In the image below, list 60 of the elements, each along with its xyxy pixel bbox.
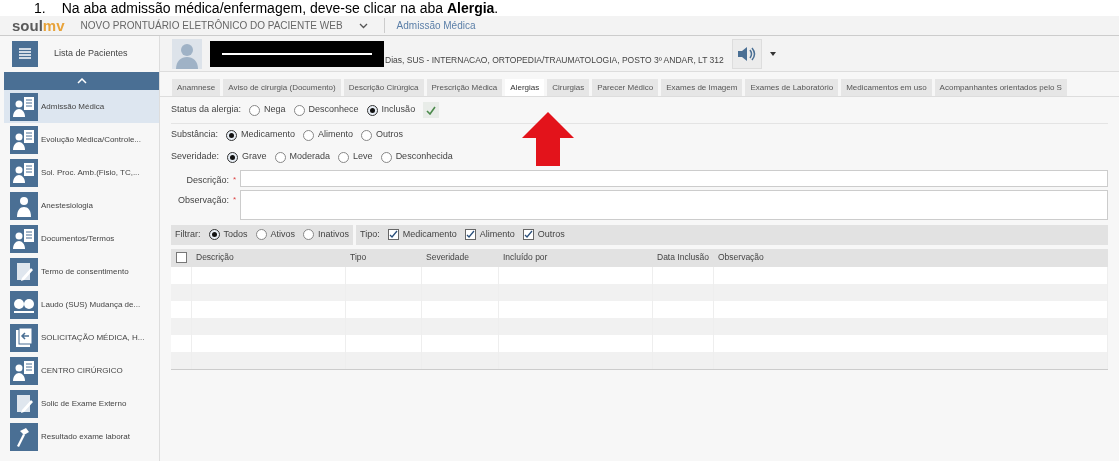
radio-option[interactable]: Inclusão [366,103,416,117]
tab[interactable]: Prescrição Médica [426,79,503,96]
column-header[interactable]: Observação [714,251,1108,264]
tab[interactable]: Parecer Médico [592,79,659,96]
tab[interactable]: Aviso de cirurgia (Documento) [223,79,341,96]
tab[interactable]: Descrição Cirúrgica [343,79,424,96]
sidebar-item[interactable]: SOLICITAÇÃO MÉDICA, H... [4,321,159,354]
sidebar-item[interactable]: Solic de Exame Externo [4,387,159,420]
tab[interactable]: Exames de Laboratório [745,79,839,96]
field-label: Severidade: [171,150,220,164]
radio-option[interactable]: Nega [249,103,286,117]
sidebar-item[interactable]: Resultado exame laborat [4,420,159,453]
checkbox-option[interactable]: Medicamento [387,227,457,242]
tab[interactable]: Alergias [505,79,545,96]
radio-option[interactable]: Medicamento [226,128,296,142]
radio-option[interactable]: Leve [338,150,373,164]
sidebar-item[interactable]: Anestesiologia [4,189,159,222]
radio-option[interactable]: Grave [227,150,267,164]
filter-label: Tipo: [360,227,380,241]
breadcrumb-link[interactable]: Admissão Médica [383,18,476,33]
column-header[interactable]: Tipo [346,251,422,264]
tab[interactable]: Anamnese [172,79,221,96]
filter-label: Filtrar: [175,227,201,241]
sidebar-item[interactable]: Documentos/Termos [4,222,159,255]
list-number: 1. [34,0,46,16]
patient-list-item[interactable]: Lista de Pacientes [4,36,159,72]
required-mark: * [233,174,237,186]
column-header[interactable]: Severidade [422,251,499,264]
tab[interactable]: Cirurgias [547,79,590,96]
field-label: Status da alergia: [171,103,242,117]
radio-option[interactable]: Outros [361,128,404,142]
checkbox-option[interactable]: Alimento [464,227,515,242]
sidebar-item[interactable]: CENTRO CIRÚRGICO [4,354,159,387]
radio-option[interactable]: Ativos [255,227,296,242]
field-label: Substância: [171,128,219,142]
radio-option[interactable]: Moderada [274,150,331,164]
radio-option[interactable]: Desconhecida [380,150,453,164]
app-title: NOVO PRONTUÁRIO ELETRÔNICO DO PACIENTE WEB [80,18,343,33]
checkbox-option[interactable]: Outros [522,227,565,242]
tab[interactable]: Exames de Imagem [661,79,743,96]
field-label: Observação: [176,193,229,207]
sidebar-item[interactable]: Evolução Médica/Controle... [4,123,159,156]
column-header[interactable]: Descrição [192,251,346,264]
required-mark: * [233,193,237,206]
sidebar-item[interactable]: Admissão Médica [4,90,159,123]
sidebar-item[interactable]: Termo de consentimento [4,255,159,288]
sidebar-item[interactable]: Laudo (SUS) Mudança de... [4,288,159,321]
tab[interactable]: Acompanhantes orientados pelo S [934,79,1067,96]
instruction-text: Na aba admissão médica/enfermagem, deve-se clicar na aba Alergia. [61,0,499,16]
column-header[interactable]: Data Inclusão [653,251,714,264]
radio-option[interactable]: Todos [208,227,248,242]
radio-option[interactable]: Alimento [303,128,354,142]
sidebar-item[interactable]: Sol. Proc. Amb.(Fisio, TC,... [4,156,159,189]
tab[interactable]: Medicamentos em uso [841,79,932,96]
radio-option[interactable]: Desconhece [293,103,359,117]
column-header[interactable]: Incluído por [499,251,653,264]
patient-info: Dias, SUS - INTERNACAO, ORTOPEDIA/TRAUMATOLOGIA, POSTO 3º ANDAR, LT 312 [384,53,724,67]
app-logo: soulmv [12,18,65,33]
radio-option[interactable]: Inativos [303,227,350,242]
field-label: Descrição: [185,174,229,187]
